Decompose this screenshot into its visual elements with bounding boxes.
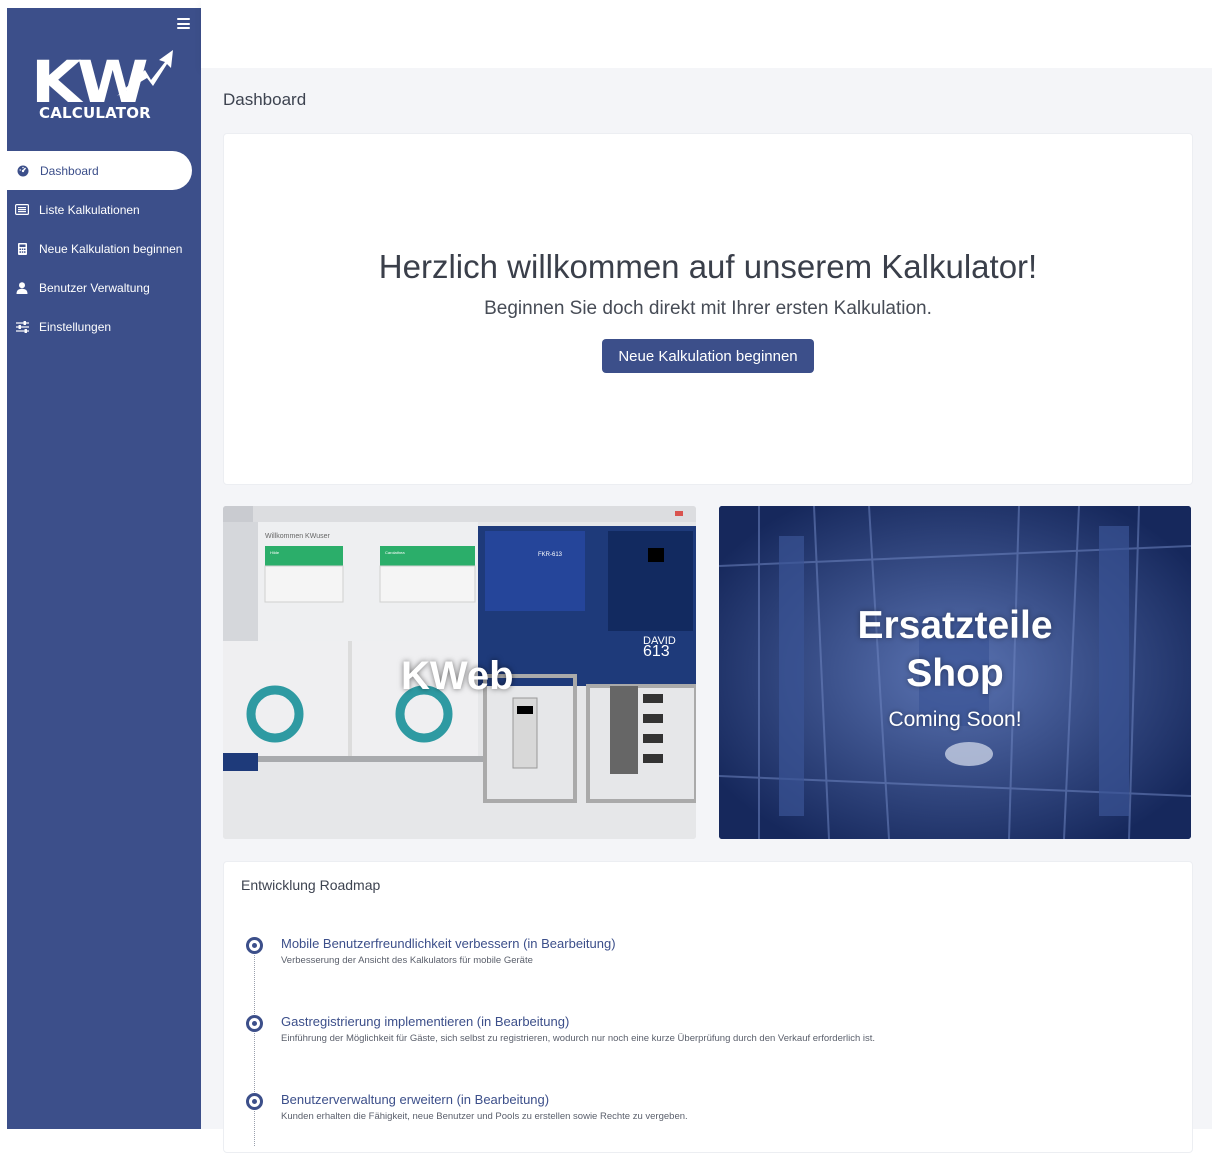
shop-title-line2: Shop [906,652,1004,695]
sidebar-item-einstellungen[interactable]: Einstellungen [7,307,201,346]
kweb-label: KWeb [401,654,514,698]
shop-title-line1: Ersatzteile [857,604,1053,647]
dashboard-icon [16,164,30,178]
logo-calculator-text: CALCULATOR [39,104,151,122]
sidebar-nav: Dashboard Liste Kalkulationen Neue Kalku… [7,151,201,346]
roadmap-item-title: Gastregistrierung implementieren (in Bea… [281,1014,570,1029]
kweb-preview-header: Willkommen KWuser [265,533,330,540]
sidebar-item-label: Liste Kalkulationen [39,202,140,217]
logo-arrow-icon [117,50,173,96]
sidebar-item-liste-kalkulationen[interactable]: Liste Kalkulationen [7,190,201,229]
welcome-title: Herzlich willkommen auf unserem Kalkulat… [378,248,1038,285]
timeline-dot-icon [246,1015,263,1032]
sidebar-item-benutzer-verwaltung[interactable]: Benutzer Verwaltung [7,268,201,307]
sidebar-item-label: Neue Kalkulation beginnen [39,241,183,256]
roadmap-item-desc: Verbesserung der Ansicht des Kalkulators… [281,955,533,966]
welcome-card: Herzlich willkommen auf unserem Kalkulat… [223,133,1193,485]
page-title: Dashboard [223,90,307,109]
calculator-icon [15,242,29,256]
kweb-preview-display-num: 613 [643,643,670,660]
welcome-subtitle: Beginnen Sie doch direkt mit Ihrer erste… [484,298,932,319]
sidebar-item-label: Dashboard [40,163,99,178]
sidebar-item-dashboard[interactable]: Dashboard [7,151,192,190]
sidebar: KW CALCULATOR Dashboard Liste Kalkulatio… [7,8,201,1129]
roadmap-item-desc: Kunden erhalten die Fähigkeit, neue Benu… [281,1111,688,1122]
roadmap-item-desc: Einführung der Möglichkeit für Gäste, si… [281,1033,876,1044]
timeline-line [254,946,255,1146]
sliders-icon [15,320,29,334]
kweb-tile[interactable]: Willkommen KWuser Hilde Carolathea FKR-6… [223,506,696,839]
kw-calculator-logo[interactable]: KW CALCULATOR [31,50,181,130]
list-icon [15,203,29,217]
menu-toggle-icon[interactable] [177,18,190,29]
timeline-dot-icon [246,1093,263,1110]
sidebar-item-neue-kalkulation[interactable]: Neue Kalkulation beginnen [7,229,201,268]
timeline-dot-icon [246,937,263,954]
roadmap-item-title: Mobile Benutzerfreundlichkeit verbessern… [281,936,616,951]
roadmap-card: Entwicklung Roadmap Mobile Benutzerfreun… [223,861,1193,1153]
start-calculation-button[interactable]: Neue Kalkulation beginnen [602,339,814,373]
ersatzteile-shop-tile[interactable]: Ersatzteile Shop Coming Soon! [719,506,1191,839]
user-icon [15,281,29,295]
roadmap-title: Entwicklung Roadmap [241,877,381,893]
sidebar-item-label: Einstellungen [39,319,112,334]
kweb-preview-card1-title: Hilde [270,550,280,555]
top-bar [201,0,1212,68]
roadmap-item-title: Benutzerverwaltung erweitern (in Bearbei… [281,1092,550,1107]
kweb-preview-panel-name: FKR-613 [538,552,563,558]
sidebar-item-label: Benutzer Verwaltung [39,280,150,295]
kweb-preview-card2-title: Carolathea [385,550,405,555]
shop-subtitle: Coming Soon! [888,708,1022,731]
shop-title: Ersatzteile Shop [719,602,1191,698]
